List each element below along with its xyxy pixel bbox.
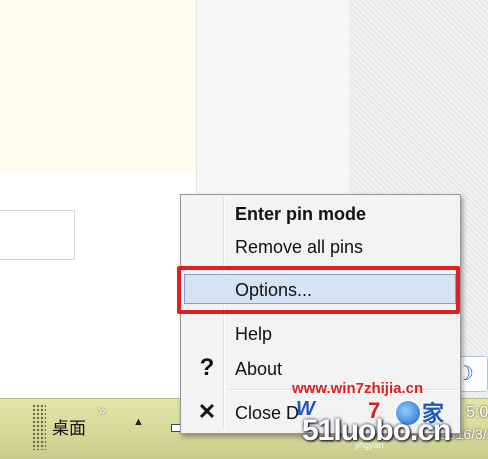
question-icon: ? [199,354,215,381]
desktop-toolbar-label[interactable]: 桌面 [52,414,86,439]
menu-item-remove-all-pins[interactable]: Remove all pins [184,231,456,261]
close-icon: ✕ [197,399,217,424]
menu-item-label: Help [235,324,273,344]
context-menu: Enter pin mode Remove all pins Options..… [180,194,461,434]
menu-item-about[interactable]: ? About [184,353,456,383]
toolbar-expand-chevron-icon[interactable]: » [98,402,106,418]
menu-item-label: Enter pin mode [235,204,367,224]
watermark-small-text: jingyan [355,440,384,450]
tray-clock[interactable]: 5:0 [466,404,488,422]
options-highlight-annotation [177,266,460,314]
background-text-field[interactable] [0,210,75,260]
watermark-site-url: www.win7zhijia.cn [292,380,424,397]
menu-item-label: Remove all pins [235,237,364,257]
background-window-pane [0,0,196,172]
show-hidden-icons-button[interactable]: ▲ [133,416,144,428]
menu-item-label: Close D [235,403,300,423]
menu-item-help[interactable]: Help [184,318,456,348]
background-window-body [0,172,196,398]
taskbar-toolbar-grip[interactable] [32,404,46,450]
menu-item-label: About [235,359,283,379]
menu-item-enter-pin-mode[interactable]: Enter pin mode [184,198,456,228]
